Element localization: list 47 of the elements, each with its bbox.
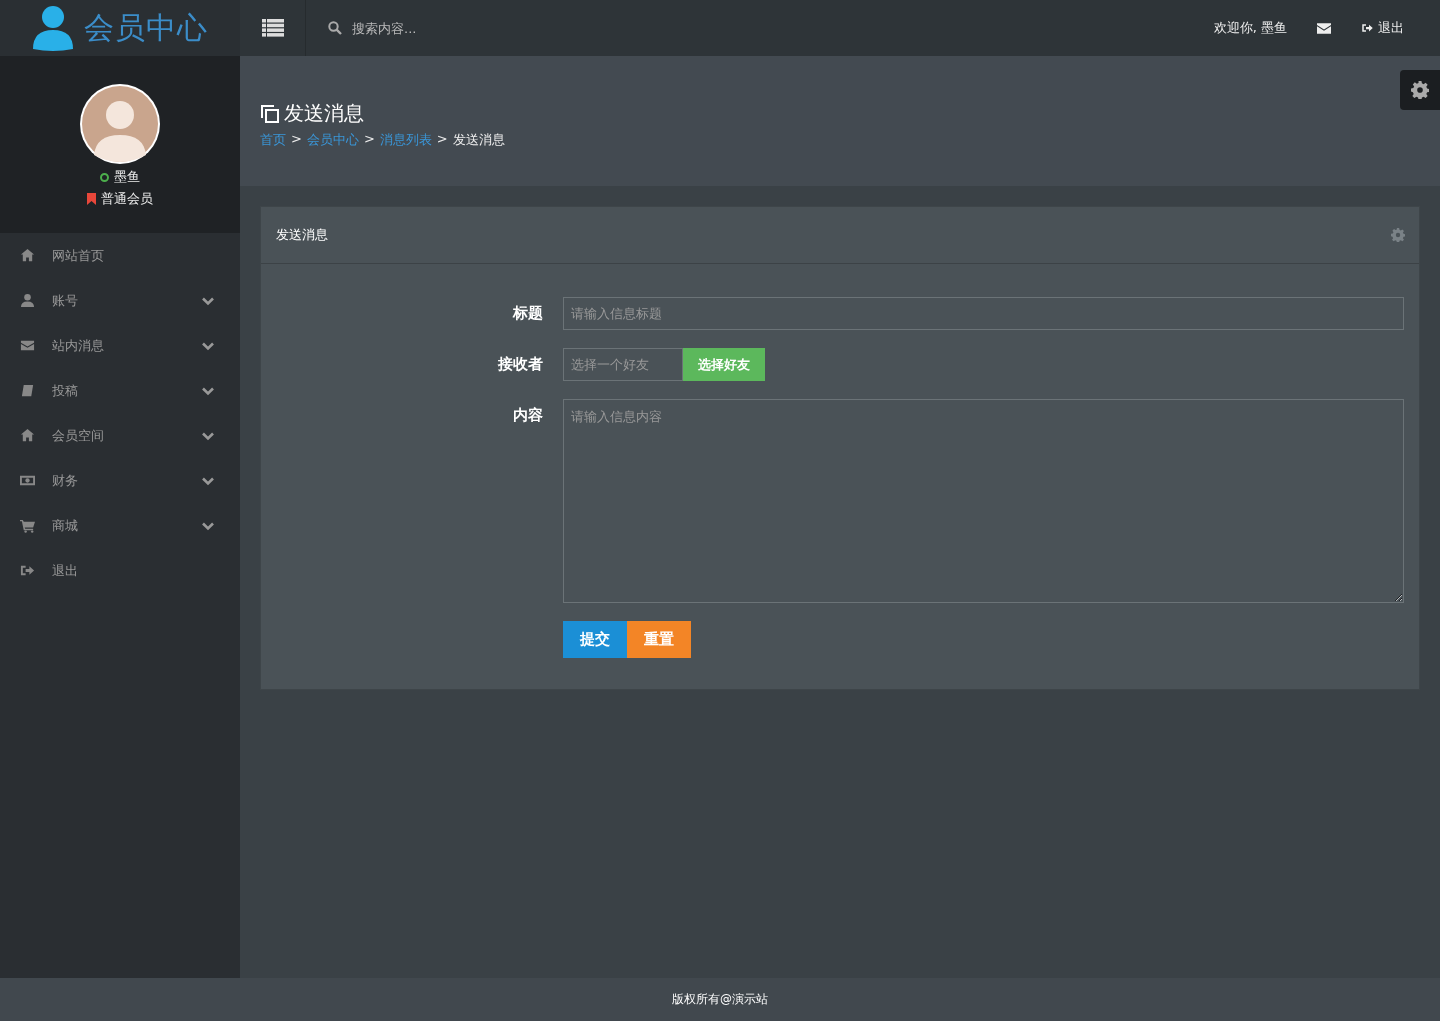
panel-title: 发送消息 [276, 226, 328, 244]
welcome-text: 欢迎你, 墨鱼 [1213, 19, 1287, 37]
user-logo-icon [32, 5, 74, 51]
money-icon [20, 473, 35, 488]
envelope-icon [20, 338, 35, 353]
user-icon [20, 293, 35, 308]
copyright-text: 版权所有@演示站 [672, 991, 768, 1008]
cart-icon [20, 518, 35, 533]
sidebar-item[interactable]: 账号 [0, 278, 240, 323]
title-field[interactable]: 请输入信息标题 [563, 297, 1404, 330]
page-title: 发送消息 [284, 100, 364, 127]
breadcrumb-separator: > [291, 131, 302, 148]
settings-button[interactable] [1400, 70, 1440, 110]
field-label: 标题 [511, 303, 544, 324]
member-level: 普通会员 [101, 190, 153, 208]
sidebar-item[interactable]: 站内消息 [0, 323, 240, 368]
sidebar-item[interactable]: 网站首页 [0, 233, 240, 278]
logout-icon [20, 563, 35, 578]
copy-icon [260, 103, 280, 124]
logout-icon [1361, 22, 1374, 34]
home-icon [20, 428, 35, 443]
user-name: 墨鱼 [114, 168, 140, 186]
field-label: 内容 [512, 405, 544, 426]
site-logo: 会员中心 [84, 8, 208, 47]
field-label: 接收者 [497, 354, 544, 375]
sidebar-item[interactable]: 投稿 [0, 368, 240, 413]
book-icon [20, 383, 35, 398]
reset-button[interactable]: 重置 [627, 621, 691, 658]
bookmark-icon [87, 193, 96, 205]
breadcrumb-separator: > [363, 131, 375, 148]
home-icon [20, 248, 35, 263]
gear-icon [1411, 81, 1429, 99]
search-field[interactable]: 搜索内容... [350, 19, 554, 37]
sidebar-item[interactable]: 财务 [0, 458, 240, 503]
logout-link[interactable]: 退出 [1361, 19, 1404, 37]
breadcrumb-link[interactable]: 首页 [260, 131, 286, 149]
mail-icon[interactable] [1317, 22, 1331, 34]
sidebar-item[interactable]: 退出 [0, 548, 240, 593]
sidebar-item[interactable]: 会员空间 [0, 413, 240, 458]
breadcrumb-link[interactable]: 消息列表 [379, 131, 432, 149]
sidebar-item[interactable]: 商城 [0, 503, 240, 548]
search-icon [328, 21, 342, 35]
breadcrumb-separator: > [436, 131, 448, 148]
breadcrumb-link[interactable]: 会员中心 [306, 131, 359, 149]
content-field[interactable]: 请输入信息内容 [563, 399, 1404, 603]
submit-button[interactable]: 提交 [563, 621, 627, 658]
breadcrumb-current: 发送消息 [452, 131, 505, 149]
